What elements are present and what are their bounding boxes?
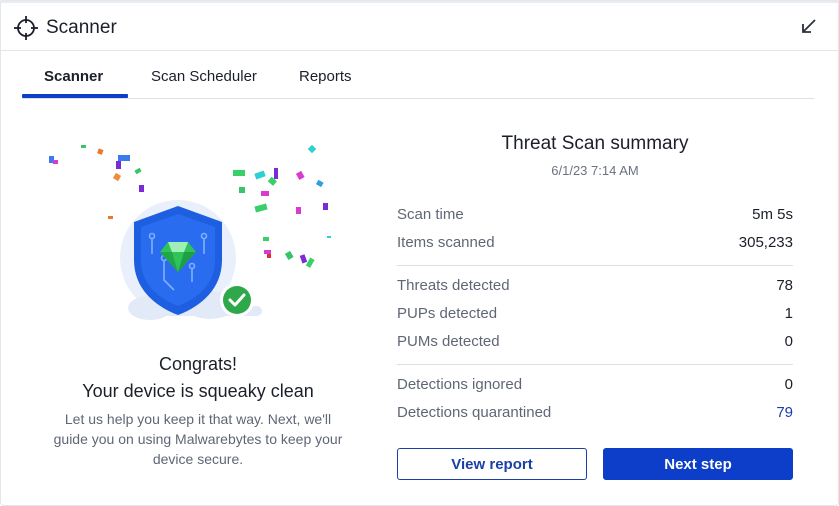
tab-bar: Scanner Scan Scheduler Reports <box>22 51 814 99</box>
window-title: Scanner <box>46 17 117 38</box>
tab-scanner[interactable]: Scanner <box>44 68 103 85</box>
summary-heading: Threat Scan summary <box>501 133 689 154</box>
view-report-button[interactable]: View report <box>397 448 587 480</box>
result-description: Let us help you keep it that way. Next, … <box>53 411 343 467</box>
row-value: 0 <box>784 333 793 350</box>
clean-device-illustration <box>49 144 331 320</box>
row-label: Threats detected <box>397 277 510 294</box>
row-label: Scan time <box>397 206 464 223</box>
row-detections-ignored: Detections ignored 0 <box>397 376 793 396</box>
row-label: Items scanned <box>397 234 495 251</box>
tab-scan-scheduler[interactable]: Scan Scheduler <box>151 68 257 85</box>
row-label: Detections ignored <box>397 376 523 393</box>
row-pups-detected: PUPs detected 1 <box>397 305 793 325</box>
row-value: 1 <box>784 305 793 322</box>
threat-scan-summary: Threat Scan summary 6/1/23 7:14 AM <box>397 133 793 178</box>
collapse-arrow-icon[interactable] <box>799 17 819 37</box>
row-value: 0 <box>784 376 793 393</box>
summary-date: 6/1/23 7:14 AM <box>551 163 639 178</box>
row-label: PUPs detected <box>397 305 498 322</box>
active-tab-indicator <box>22 94 128 98</box>
next-step-button[interactable]: Next step <box>603 448 793 480</box>
row-value: 305,233 <box>738 234 793 251</box>
row-items-scanned: Items scanned 305,233 <box>397 234 793 254</box>
check-badge-icon <box>220 283 254 317</box>
quarantined-count-link[interactable]: 79 <box>776 404 793 421</box>
divider <box>397 364 793 365</box>
row-value: 78 <box>776 277 793 294</box>
result-subheadline: Your device is squeaky clean <box>82 381 314 401</box>
row-detections-quarantined: Detections quarantined 79 <box>397 404 793 424</box>
row-scan-time: Scan time 5m 5s <box>397 206 793 226</box>
result-headline: Congrats! <box>158 354 238 374</box>
scan-result-message: Congrats! Your device is squeaky clean L… <box>40 353 356 469</box>
crosshair-icon <box>14 16 38 40</box>
window-header: Scanner <box>0 3 839 51</box>
row-pums-detected: PUMs detected 0 <box>397 333 793 353</box>
row-label: PUMs detected <box>397 333 500 350</box>
divider <box>397 265 793 266</box>
row-label: Detections quarantined <box>397 404 552 421</box>
row-threats-detected: Threats detected 78 <box>397 277 793 297</box>
row-value: 5m 5s <box>752 206 793 223</box>
tab-reports[interactable]: Reports <box>299 68 352 85</box>
